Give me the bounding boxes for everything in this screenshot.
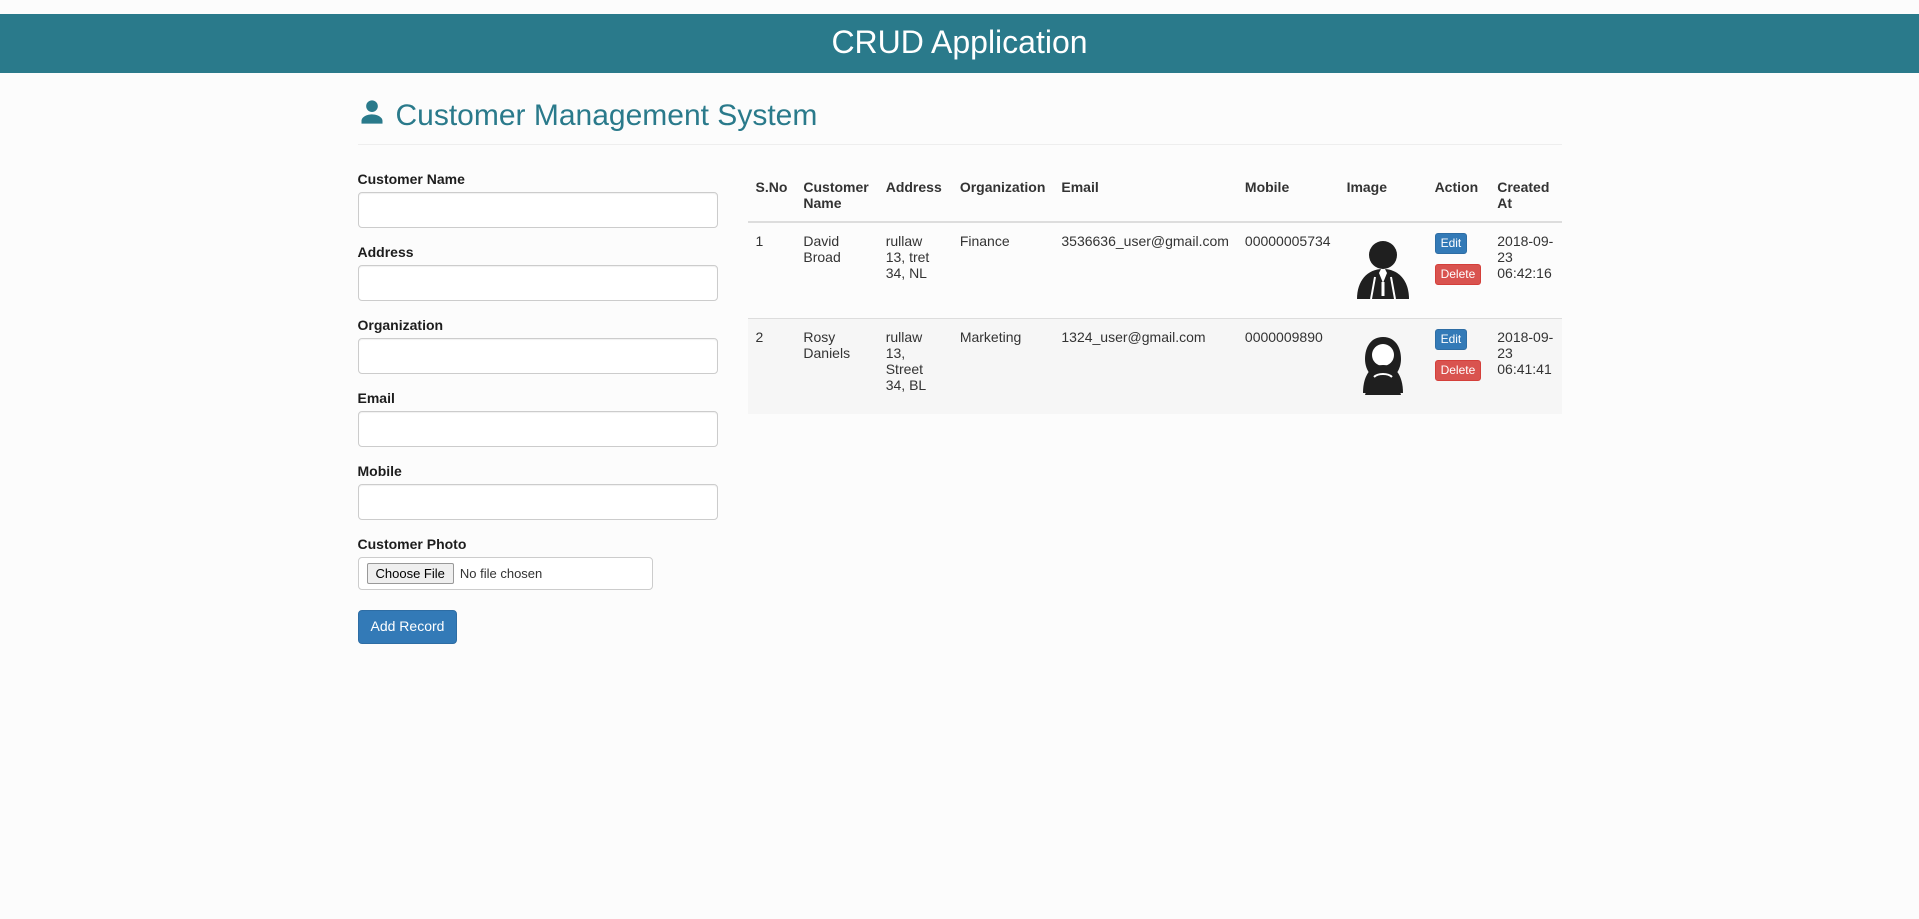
- table-header-row: S.No Customer Name Address Organization …: [748, 171, 1562, 222]
- page-title: Customer Management System: [358, 98, 818, 134]
- choose-file-button[interactable]: Choose File: [367, 563, 454, 584]
- cell-address: rullaw 13, tret 34, NL: [878, 222, 952, 319]
- cell-action: Edit Delete: [1427, 222, 1490, 319]
- cell-email: 3536636_user@gmail.com: [1053, 222, 1237, 319]
- th-image: Image: [1339, 171, 1427, 222]
- cell-mobile: 00000005734: [1237, 222, 1339, 319]
- cell-action: Edit Delete: [1427, 319, 1490, 415]
- field-mobile: Mobile: [358, 463, 718, 520]
- avatar-female-icon: [1347, 329, 1419, 401]
- th-mobile: Mobile: [1237, 171, 1339, 222]
- th-created: Created At: [1489, 171, 1561, 222]
- page-title-wrap: Customer Management System: [358, 73, 1562, 145]
- field-photo: Customer Photo Choose File No file chose…: [358, 536, 718, 590]
- cell-created: 2018-09-23 06:42:16: [1489, 222, 1561, 319]
- table-row: 2Rosy Danielsrullaw 13, Street 34, BLMar…: [748, 319, 1562, 415]
- cell-created: 2018-09-23 06:41:41: [1489, 319, 1561, 415]
- label-organization: Organization: [358, 317, 718, 333]
- label-mobile: Mobile: [358, 463, 718, 479]
- delete-button[interactable]: Delete: [1435, 360, 1482, 381]
- input-address[interactable]: [358, 265, 718, 301]
- input-email[interactable]: [358, 411, 718, 447]
- th-organization: Organization: [952, 171, 1054, 222]
- label-photo: Customer Photo: [358, 536, 718, 552]
- cell-sno: 2: [748, 319, 796, 415]
- cell-address: rullaw 13, Street 34, BL: [878, 319, 952, 415]
- avatar-male-icon: [1347, 233, 1419, 305]
- input-organization[interactable]: [358, 338, 718, 374]
- th-sno: S.No: [748, 171, 796, 222]
- table-column: S.No Customer Name Address Organization …: [748, 171, 1562, 644]
- page-title-text: Customer Management System: [396, 99, 818, 133]
- file-input-wrap[interactable]: Choose File No file chosen: [358, 557, 653, 590]
- app-banner: CRUD Application: [0, 14, 1919, 73]
- cell-mobile: 0000009890: [1237, 319, 1339, 415]
- user-icon: [358, 98, 386, 134]
- file-status-text: No file chosen: [460, 566, 542, 581]
- label-email: Email: [358, 390, 718, 406]
- input-customer-name[interactable]: [358, 192, 718, 228]
- field-customer-name: Customer Name: [358, 171, 718, 228]
- cell-name: Rosy Daniels: [795, 319, 877, 415]
- edit-button[interactable]: Edit: [1435, 233, 1468, 254]
- app-title: CRUD Application: [831, 24, 1087, 60]
- cell-image: [1339, 222, 1427, 319]
- label-address: Address: [358, 244, 718, 260]
- cell-name: David Broad: [795, 222, 877, 319]
- th-email: Email: [1053, 171, 1237, 222]
- table-row: 1David Broadrullaw 13, tret 34, NLFinanc…: [748, 222, 1562, 319]
- edit-button[interactable]: Edit: [1435, 329, 1468, 350]
- input-mobile[interactable]: [358, 484, 718, 520]
- cell-image: [1339, 319, 1427, 415]
- label-customer-name: Customer Name: [358, 171, 718, 187]
- table-body: 1David Broadrullaw 13, tret 34, NLFinanc…: [748, 222, 1562, 414]
- th-address: Address: [878, 171, 952, 222]
- th-name: Customer Name: [795, 171, 877, 222]
- add-record-button[interactable]: Add Record: [358, 610, 458, 644]
- field-email: Email: [358, 390, 718, 447]
- customers-table: S.No Customer Name Address Organization …: [748, 171, 1562, 414]
- form-column: Customer Name Address Organization Email…: [358, 171, 718, 644]
- delete-button[interactable]: Delete: [1435, 264, 1482, 285]
- field-address: Address: [358, 244, 718, 301]
- content-row: Customer Name Address Organization Email…: [358, 145, 1562, 644]
- field-organization: Organization: [358, 317, 718, 374]
- cell-organization: Finance: [952, 222, 1054, 319]
- cell-organization: Marketing: [952, 319, 1054, 415]
- cell-email: 1324_user@gmail.com: [1053, 319, 1237, 415]
- cell-sno: 1: [748, 222, 796, 319]
- th-action: Action: [1427, 171, 1490, 222]
- main-container: Customer Management System Customer Name…: [343, 73, 1577, 644]
